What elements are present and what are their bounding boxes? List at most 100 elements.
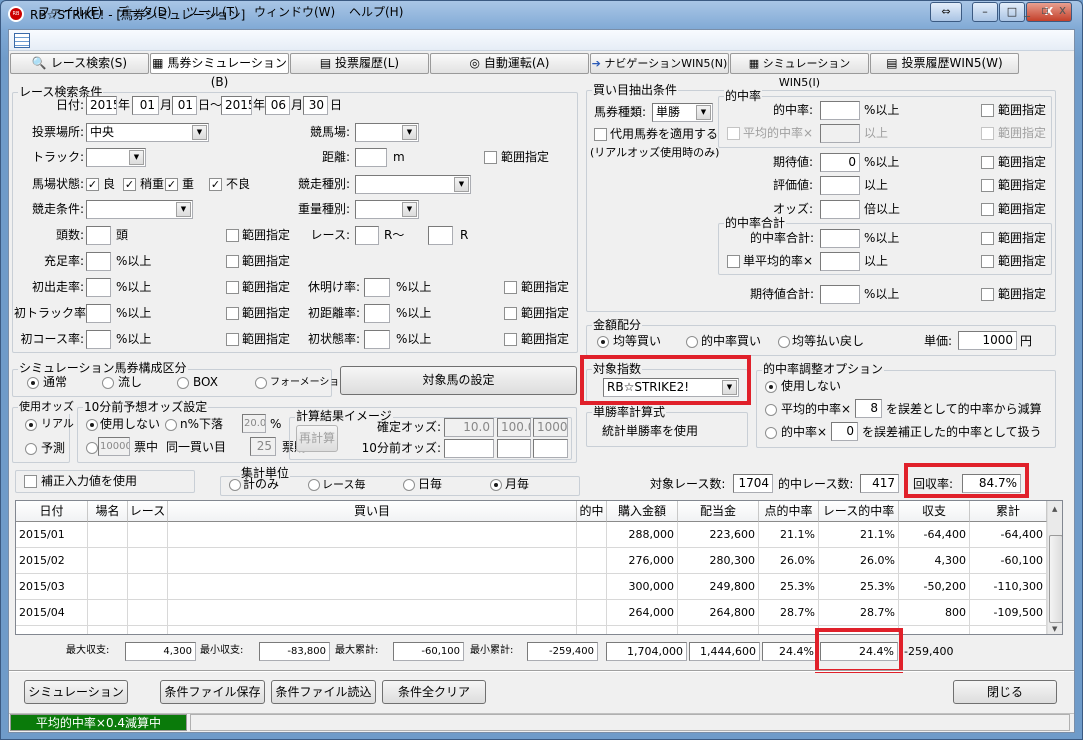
scroll-down-icon[interactable]: ▼ — [1052, 625, 1057, 633]
scroll-up-icon[interactable]: ▲ — [1052, 505, 1057, 513]
first-state-input[interactable] — [364, 330, 390, 349]
menu-window[interactable]: ウィンドウ(W) — [254, 3, 335, 20]
from-year-input[interactable]: 2015 — [86, 96, 117, 115]
tab-vote-history[interactable]: ▤ 投票履歴(L) — [290, 53, 429, 74]
venue-select[interactable]: 中央 ▼ — [86, 123, 209, 142]
buy-count-input[interactable]: 25 — [250, 437, 276, 456]
menu-data[interactable]: データ(D) — [117, 3, 172, 20]
child-close-button[interactable]: x — [1059, 3, 1066, 17]
column-header-payout[interactable]: 配当金 — [678, 501, 759, 522]
fill-range-checkbox[interactable] — [226, 255, 239, 268]
column-header-purchase[interactable]: 購入金額 — [607, 501, 678, 522]
menu-file[interactable]: ファイル(F) — [38, 3, 102, 20]
avg-hit-range-checkbox[interactable] — [981, 127, 994, 140]
aggregate-race-radio[interactable] — [308, 479, 320, 491]
ground-bad-checkbox[interactable]: ✓ — [209, 178, 222, 191]
table-row[interactable]: 2015/02 276,000 280,300 26.0% 26.0% 4,300 -60,… — [16, 548, 1047, 574]
ground-slightly-heavy-checkbox[interactable]: ✓ — [123, 178, 136, 191]
scrollbar[interactable]: ▲ ▼ — [1047, 501, 1062, 634]
eval-range-checkbox[interactable] — [981, 179, 994, 192]
rest-range-checkbox[interactable] — [504, 281, 517, 294]
scrollbar-thumb[interactable] — [1049, 535, 1062, 623]
menu-help[interactable]: ヘルプ(H) — [349, 3, 403, 20]
ev-sum-input[interactable] — [820, 285, 860, 304]
correction-checkbox[interactable] — [24, 475, 37, 488]
distance-range-checkbox[interactable] — [484, 151, 497, 164]
maximize-button[interactable]: □ — [999, 2, 1025, 22]
ticket-count-input[interactable]: 10000 — [98, 437, 130, 456]
race-type-select[interactable]: ▼ — [355, 175, 471, 194]
odds-forecast-radio[interactable] — [25, 443, 37, 455]
column-header-cumulative[interactable]: 累計 — [970, 501, 1047, 522]
tab-vote-history-win5[interactable]: ▤ 投票履歴WIN5(W) — [870, 53, 1019, 74]
table-row[interactable]: 2015/04 264,000 264,800 28.7% 28.7% 800 -109,5… — [16, 600, 1047, 626]
heads-input[interactable] — [86, 226, 111, 245]
from-month-input[interactable]: 01 — [132, 96, 159, 115]
aggregate-day-radio[interactable] — [403, 479, 415, 491]
course-select[interactable]: ▼ — [355, 123, 419, 142]
hit-rate-range-checkbox[interactable] — [981, 104, 994, 117]
menu-tools[interactable]: ツール(T) — [186, 3, 239, 20]
to-year-input[interactable]: 2015 — [221, 96, 252, 115]
single-avg-range-checkbox[interactable] — [981, 255, 994, 268]
column-header-point-hit[interactable]: 点的中率 — [759, 501, 819, 522]
recalculate-button[interactable]: 再計算 — [296, 425, 338, 452]
composition-normal-radio[interactable] — [27, 377, 39, 389]
single-avg-input[interactable] — [820, 252, 860, 271]
odds-real-radio[interactable] — [25, 419, 37, 431]
race-condition-select[interactable]: ▼ — [86, 200, 193, 219]
money-equal-radio[interactable] — [597, 336, 609, 348]
to-month-input[interactable]: 06 — [265, 96, 290, 115]
table-row[interactable]: 2015/01 288,000 223,600 21.1% 21.1% -64,400 -6… — [16, 522, 1047, 548]
first-course-input[interactable] — [86, 330, 111, 349]
ground-good-checkbox[interactable]: ✓ — [86, 178, 99, 191]
column-header-hit[interactable]: 的中 — [577, 501, 607, 522]
load-conditions-button[interactable]: 条件ファイル読込 — [271, 680, 376, 704]
fill-rate-input[interactable] — [86, 252, 111, 271]
to-day-input[interactable]: 30 — [303, 96, 328, 115]
adjust-none-radio[interactable] — [765, 381, 777, 393]
first-distance-input[interactable] — [364, 304, 390, 323]
adjust-hit-radio[interactable] — [765, 427, 777, 439]
race-from-input[interactable] — [355, 226, 379, 245]
ground-heavy-checkbox[interactable]: ✓ — [165, 178, 178, 191]
avg-hit-checkbox[interactable] — [727, 127, 740, 140]
column-header-balance[interactable]: 収支 — [899, 501, 970, 522]
column-header-race-hit[interactable]: レース的中率 — [819, 501, 899, 522]
from-day-input[interactable]: 01 — [172, 96, 197, 115]
unit-price-input[interactable]: 1000 — [958, 331, 1017, 350]
tab-auto-run[interactable]: ◎ 自動運転(A) — [430, 53, 589, 74]
column-header-date[interactable]: 日付 — [16, 501, 88, 522]
weight-type-select[interactable]: ▼ — [355, 200, 419, 219]
aggregate-month-radio[interactable] — [490, 479, 502, 491]
hit-sum-input[interactable] — [820, 229, 860, 248]
first-state-range-checkbox[interactable] — [504, 333, 517, 346]
switch-icon[interactable]: ⇔ — [930, 2, 962, 22]
composition-box-radio[interactable] — [177, 377, 189, 389]
tab-simulation-win5[interactable]: ▦ シミュレーションWIN5(I) — [730, 53, 869, 89]
first-track-range-checkbox[interactable] — [226, 307, 239, 320]
adjust-avg-input[interactable]: 8 — [855, 399, 882, 418]
race-to-input[interactable] — [428, 226, 453, 245]
aggregate-total-radio[interactable] — [229, 479, 241, 491]
track-select[interactable]: ▼ — [86, 148, 146, 167]
column-header-venue[interactable]: 場名 — [88, 501, 128, 522]
ev-sum-range-checkbox[interactable] — [981, 288, 994, 301]
odds-range-checkbox[interactable] — [981, 203, 994, 216]
first-run-input[interactable] — [86, 278, 111, 297]
first-distance-range-checkbox[interactable] — [504, 307, 517, 320]
first-track-input[interactable] — [86, 304, 111, 323]
save-conditions-button[interactable]: 条件ファイル保存 — [160, 680, 265, 704]
column-header-race[interactable]: レース — [128, 501, 168, 522]
money-payout-radio[interactable] — [778, 336, 790, 348]
tab-bet-simulation[interactable]: ▦ 馬券シミュレーション(B) — [150, 53, 289, 89]
odds-input[interactable] — [820, 200, 860, 219]
clear-conditions-button[interactable]: 条件全クリア — [382, 680, 486, 704]
pre-odds-none-radio[interactable] — [86, 419, 98, 431]
table-row[interactable]: 2015/03 300,000 249,800 25.3% 25.3% -50,200 -1… — [16, 574, 1047, 600]
distance-input[interactable] — [355, 148, 387, 167]
composition-nagashi-radio[interactable] — [102, 377, 114, 389]
child-restore-button[interactable]: ▫ — [1041, 3, 1049, 17]
hit-sum-range-checkbox[interactable] — [981, 232, 994, 245]
money-hit-radio[interactable] — [686, 336, 698, 348]
